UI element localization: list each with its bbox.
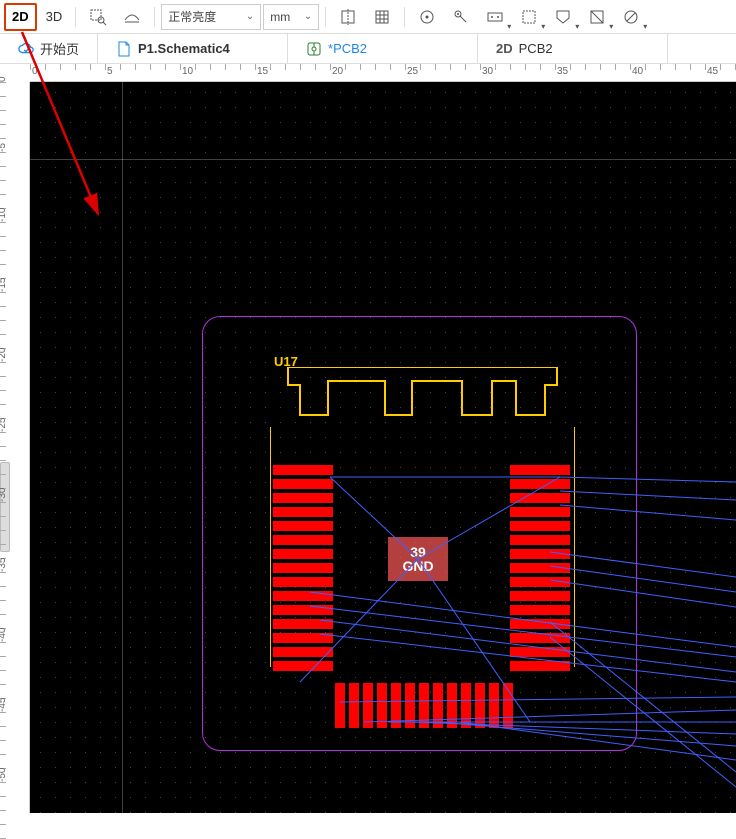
view-2d-button[interactable]: 2D bbox=[4, 3, 37, 31]
separator bbox=[75, 7, 76, 27]
brightness-label: 正常亮度 bbox=[168, 8, 216, 25]
pcb-canvas[interactable]: U17 bbox=[30, 82, 736, 813]
polygon-tool-icon[interactable]: ▾ bbox=[547, 3, 579, 31]
select-tool-icon[interactable]: ▾ bbox=[513, 3, 545, 31]
chevron-down-icon: ▾ bbox=[541, 22, 545, 31]
grid-icon[interactable] bbox=[366, 3, 398, 31]
ratsnest bbox=[30, 82, 736, 813]
pcb-file-icon bbox=[306, 41, 322, 57]
ruler-horizontal[interactable]: 051015202530354045 bbox=[30, 64, 736, 82]
vertical-scrollbar-thumb[interactable] bbox=[0, 462, 10, 552]
keepout-tool-icon[interactable]: ▾ bbox=[581, 3, 613, 31]
chevron-down-icon: ⌄ bbox=[246, 11, 254, 22]
chevron-down-icon: ▾ bbox=[575, 22, 579, 31]
separator bbox=[154, 7, 155, 27]
pcb-workspace: 051015202530354045 0-5-10-15-20-25-30-35… bbox=[0, 64, 736, 813]
cross-section-icon[interactable] bbox=[116, 3, 148, 31]
ruler-vertical[interactable]: 0-5-10-15-20-25-30-35-40-45-50 bbox=[0, 82, 30, 813]
units-select[interactable]: mm ⌄ bbox=[263, 4, 319, 30]
view-mode-badge: 2D bbox=[496, 41, 513, 56]
flip-icon[interactable] bbox=[332, 3, 364, 31]
document-tabs: 开始页 P1.Schematic4 *PCB2 2D PCB2 bbox=[0, 34, 736, 64]
view-3d-button[interactable]: 3D bbox=[39, 3, 70, 31]
separator bbox=[404, 7, 405, 27]
chevron-down-icon: ▾ bbox=[507, 22, 511, 31]
chevron-down-icon: ▾ bbox=[643, 22, 647, 31]
cloud-icon bbox=[18, 41, 34, 57]
separator bbox=[325, 7, 326, 27]
zoom-area-icon[interactable] bbox=[82, 3, 114, 31]
via-tool-icon[interactable] bbox=[445, 3, 477, 31]
tab-label: PCB2 bbox=[519, 41, 553, 56]
tab-pcb-2d[interactable]: 2D PCB2 bbox=[478, 34, 668, 63]
tab-label: *PCB2 bbox=[328, 41, 367, 56]
tab-label: 开始页 bbox=[40, 39, 79, 58]
tab-schematic[interactable]: P1.Schematic4 bbox=[98, 34, 288, 63]
tab-pcb-active[interactable]: *PCB2 bbox=[288, 34, 478, 63]
pad-tool-icon[interactable]: ▾ bbox=[479, 3, 511, 31]
tab-start-page[interactable]: 开始页 bbox=[0, 34, 98, 63]
brightness-select[interactable]: 正常亮度 ⌄ bbox=[161, 4, 261, 30]
schematic-file-icon bbox=[116, 41, 132, 57]
tab-label: P1.Schematic4 bbox=[138, 41, 230, 56]
no-tool-icon[interactable]: ▾ bbox=[615, 3, 647, 31]
chevron-down-icon: ⌄ bbox=[304, 11, 312, 22]
circle-tool-icon[interactable] bbox=[411, 3, 443, 31]
chevron-down-icon: ▾ bbox=[609, 22, 613, 31]
top-toolbar: 2D 3D 正常亮度 ⌄ mm ⌄ ▾ ▾ ▾ ▾ bbox=[0, 0, 736, 34]
units-label: mm bbox=[270, 10, 290, 24]
